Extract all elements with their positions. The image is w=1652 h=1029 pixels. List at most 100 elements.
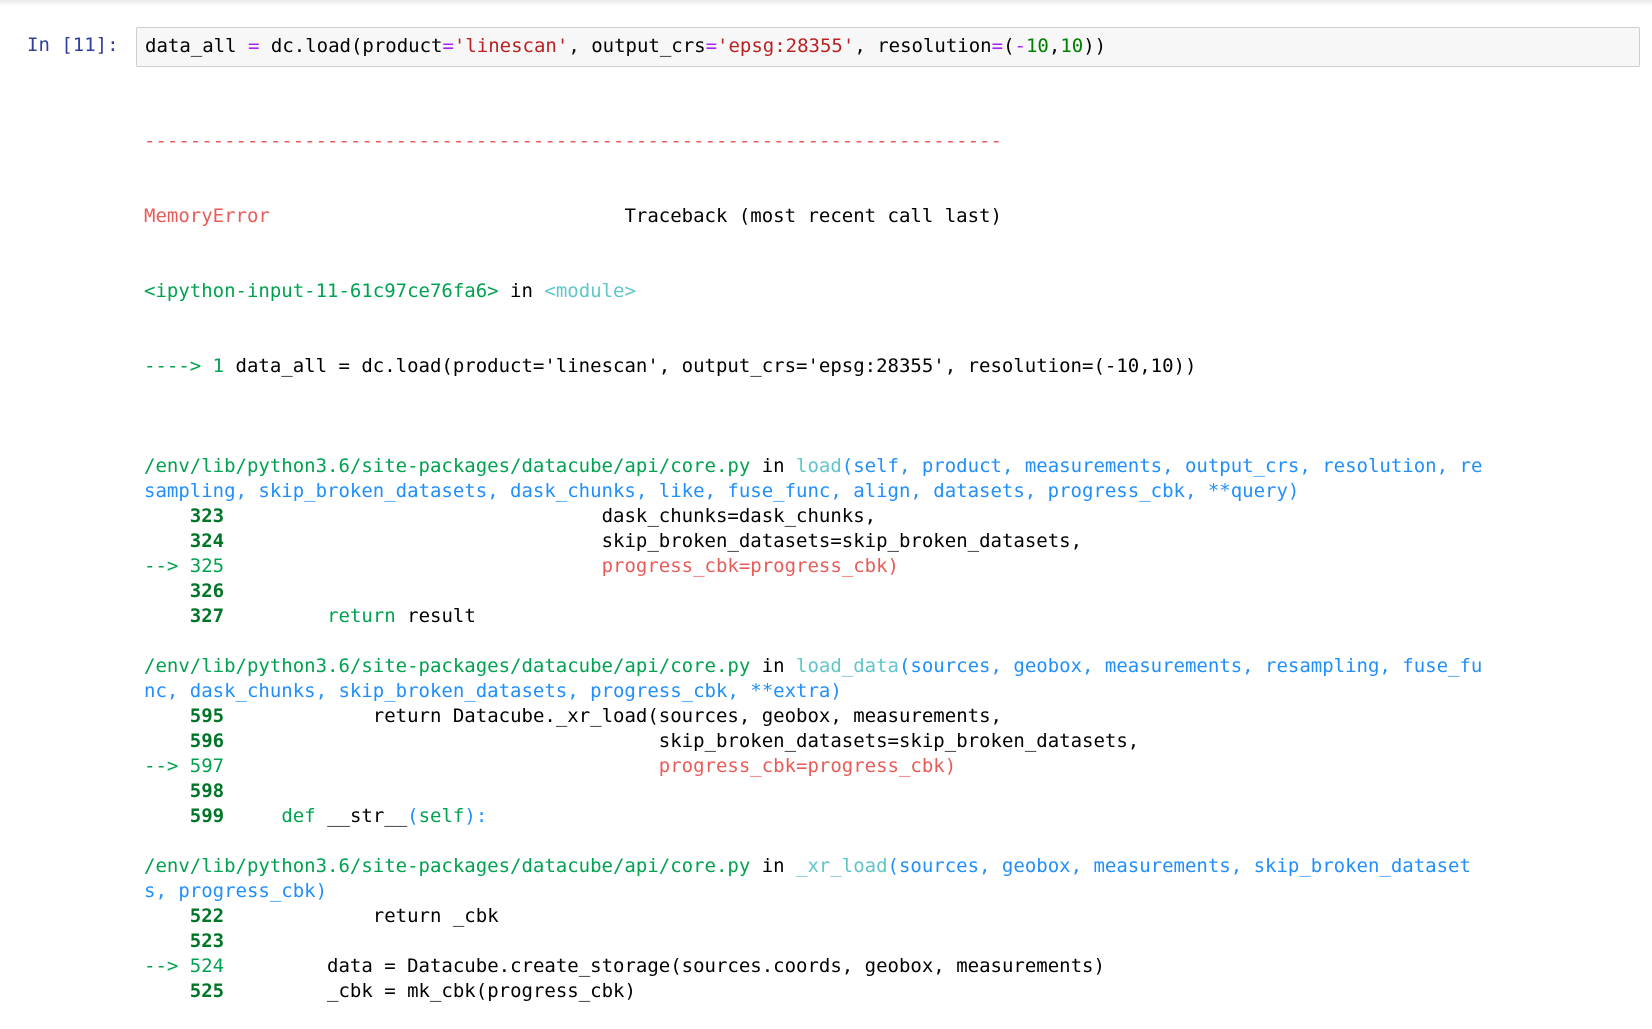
source-line: 599 def __str__(self): (144, 804, 1482, 829)
line-prefix (144, 780, 190, 802)
input-prompt: In [11]: (27, 34, 119, 56)
code-token: , (568, 35, 592, 57)
frame-signature-cont: sampling, skip_broken_datasets, dask_chu… (144, 480, 1300, 502)
line-number: 596 (189, 730, 225, 752)
frame-signature-cont: s, progress_cbk) (144, 880, 328, 902)
code-token: = (442, 35, 454, 57)
error-name: MemoryError (144, 205, 270, 227)
line-number: 595 (189, 705, 225, 727)
code-token: )) (1083, 35, 1107, 57)
source-line: 522 return _cbk (144, 904, 1482, 929)
line-prefix (144, 905, 190, 927)
code-line: data_all = dc.load(product='linescan', o… (145, 34, 1106, 59)
source-line: 324 skip_broken_datasets=skip_broken_dat… (144, 529, 1482, 554)
frame-path: /env/lib/python3.6/site-packages/datacub… (144, 655, 751, 677)
line-code: dask_chunks=dask_chunks, (224, 505, 877, 527)
code-token: 'linescan' (453, 35, 569, 57)
line-number: 324 (189, 530, 225, 552)
line-number: 597 (189, 755, 225, 777)
line-prefix (144, 530, 190, 552)
code-token: , (1048, 35, 1061, 57)
code-token: - (1014, 35, 1026, 57)
line-code: return result (327, 605, 476, 627)
line-number: 326 (189, 580, 225, 602)
frame-path: /env/lib/python3.6/site-packages/datacub… (144, 855, 751, 877)
code-token: product (362, 35, 443, 57)
in-word: in (498, 280, 545, 302)
frame-header: /env/lib/python3.6/site-packages/datacub… (144, 654, 1482, 679)
code-token: 10 (1025, 35, 1049, 57)
frame-path: /env/lib/python3.6/site-packages/datacub… (144, 455, 751, 477)
source-line: --> 524 data = Datacube.create_storage(s… (144, 954, 1482, 979)
code-token: 'epsg:28355' (717, 35, 855, 57)
line-code: data = Datacube.create_storage(sources.c… (224, 955, 1105, 977)
line-code: skip_broken_datasets=skip_broken_dataset… (224, 730, 1140, 752)
arrow-prefix: ----> 1 (144, 355, 236, 377)
code-token: resolution (877, 35, 992, 57)
frame-signature: (sources, geobox, measurements, skip_bro… (887, 855, 1471, 877)
source-line: 525 _cbk = mk_cbk(progress_cbk) (144, 979, 1482, 1004)
source-line: 523 (144, 929, 1482, 954)
line-number: 522 (189, 905, 225, 927)
self-arg: self (418, 805, 465, 827)
line-prefix (144, 930, 190, 952)
line-number: 323 (189, 505, 225, 527)
keyword: def (281, 805, 316, 827)
arrow-code: data_all = dc.load(product='linescan', o… (235, 355, 1197, 377)
in-word: in (750, 455, 797, 477)
line-prefix (144, 980, 190, 1002)
code-input-cell[interactable]: data_all = dc.load(product='linescan', o… (136, 27, 1640, 67)
line-code: return _cbk (224, 905, 499, 927)
code-token: = (991, 35, 1004, 57)
line-prefix: --> (144, 555, 190, 577)
code-token: 10 (1060, 35, 1084, 57)
input-ref: <ipython-input-11-61c97ce76fa6> (144, 280, 499, 302)
frame-header: /env/lib/python3.6/site-packages/datacub… (144, 854, 1482, 879)
notebook-top-shadow (0, 0, 1652, 6)
in-word: in (750, 855, 797, 877)
arrow-line: ----> 1 data_all = dc.load(product='line… (144, 354, 1482, 379)
source-line: 598 (144, 779, 1482, 804)
code-token: dc.load( (270, 35, 363, 57)
line-prefix (144, 605, 190, 627)
line-prefix (144, 580, 190, 602)
line-code: _cbk = mk_cbk(progress_cbk) (224, 980, 636, 1002)
frame-signature-cont: nc, dask_chunks, skip_broken_datasets, p… (144, 680, 842, 702)
code-token: = (705, 35, 718, 57)
line-code: def __str__(self): (281, 805, 488, 827)
source-line: --> 597 progress_cbk=progress_cbk) (144, 754, 1482, 779)
traceback-frames: /env/lib/python3.6/site-packages/datacub… (144, 429, 1482, 1004)
source-line: 327 return result (144, 604, 1482, 629)
paren: ): (464, 805, 488, 827)
keyword: return (327, 605, 396, 627)
module-name: <module> (544, 280, 636, 302)
line-code: skip_broken_datasets=skip_broken_dataset… (224, 530, 1083, 552)
line-number: 598 (189, 780, 225, 802)
line-number: 327 (189, 605, 225, 627)
line-number: 523 (189, 930, 225, 952)
line-code: progress_cbk=progress_cbk) (224, 555, 899, 577)
header-pad (270, 205, 625, 227)
line-prefix (144, 730, 190, 752)
source-line: --> 325 progress_cbk=progress_cbk) (144, 554, 1482, 579)
code-token: data_all (145, 35, 237, 57)
line-prefix: --> (144, 955, 190, 977)
line-number: 325 (189, 555, 225, 577)
source-line: 323 dask_chunks=dask_chunks, (144, 504, 1482, 529)
line-number: 524 (189, 955, 225, 977)
in-word: in (750, 655, 797, 677)
line-prefix (144, 505, 190, 527)
paren: ( (407, 805, 419, 827)
frame-function: _xr_load (796, 855, 888, 877)
traceback-title: Traceback (most recent call last) (624, 205, 1002, 227)
frame-signature: (self, product, measurements, output_crs… (841, 455, 1483, 477)
line-prefix (144, 705, 190, 727)
code-token: output_crs (591, 35, 706, 57)
line-number: 525 (189, 980, 225, 1002)
traceback-header: MemoryError Traceback (most recent call … (144, 204, 1482, 229)
